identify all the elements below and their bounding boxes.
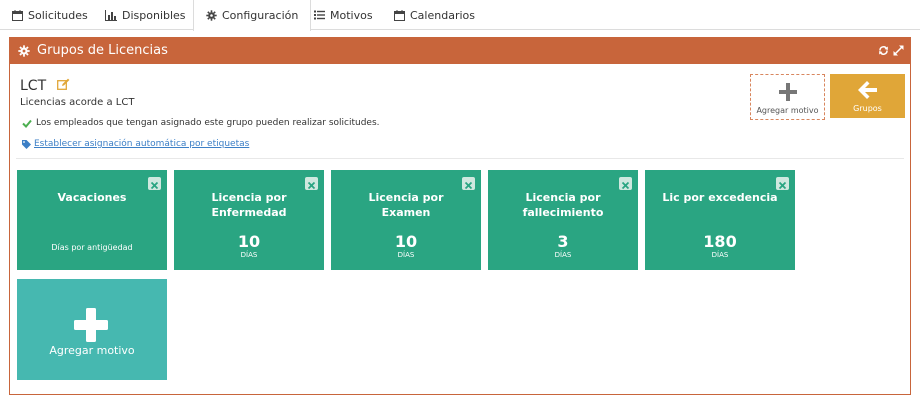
panel-header: Grupos de Licencias — [10, 38, 910, 64]
group-name: LCT — [20, 78, 47, 94]
card-unit: DÍAS — [397, 251, 415, 259]
tab-label: Motivos — [330, 8, 373, 22]
tag-icon — [22, 139, 31, 149]
tab-label: Calendarios — [410, 8, 475, 22]
check-icon — [22, 119, 32, 128]
plus-icon — [779, 83, 797, 101]
refresh-icon[interactable] — [878, 45, 889, 56]
auto-assign-link[interactable]: Establecer asignación automática por eti… — [22, 139, 249, 149]
card-name: Lic por excedencia — [662, 191, 778, 204]
arrow-left-icon — [858, 81, 877, 99]
close-icon[interactable] — [776, 177, 789, 190]
edit-icon[interactable] — [57, 78, 70, 90]
card-name: Licencia por fallecimiento — [522, 191, 604, 219]
plus-icon — [74, 308, 108, 342]
card-subtitle: Días por antigüedad — [51, 243, 133, 252]
card-unit: DÍAS — [711, 251, 729, 259]
gear-icon — [18, 45, 30, 57]
notice-text: Los empleados que tengan asignado este g… — [36, 118, 380, 128]
tab-calendarios[interactable]: Calendarios — [394, 0, 475, 30]
panel-title: Grupos de Licencias — [37, 43, 168, 58]
card-unit: DÍAS — [240, 251, 258, 259]
card-name: Vacaciones — [57, 191, 127, 204]
add-reason-label: Agregar motivo — [756, 106, 819, 115]
auto-assign-text: Establecer asignación automática por eti… — [34, 139, 250, 149]
list-icon — [314, 10, 325, 20]
reason-card-examen[interactable]: Licencia por Examen 10 DÍAS — [331, 170, 481, 270]
card-value: 180 — [703, 232, 737, 251]
groups-label: Grupos — [853, 104, 882, 113]
add-reason-card[interactable]: Agregar motivo — [17, 279, 167, 380]
close-icon[interactable] — [148, 177, 161, 190]
calendar-icon — [394, 9, 405, 21]
card-name: Licencia por Examen — [368, 191, 444, 219]
close-icon[interactable] — [462, 177, 475, 190]
close-icon[interactable] — [305, 177, 318, 190]
card-value: 3 — [557, 232, 569, 251]
group-description: Licencias acorde a LCT — [20, 97, 135, 108]
add-card-label: Agregar motivo — [49, 344, 135, 357]
gear-icon — [206, 10, 217, 21]
card-unit: DÍAS — [554, 251, 572, 259]
tab-solicitudes[interactable]: Solicitudes — [12, 0, 88, 30]
reason-card-excedencia[interactable]: Lic por excedencia 180 DÍAS — [645, 170, 795, 270]
expand-icon[interactable] — [893, 45, 904, 56]
reason-card-vacaciones[interactable]: Vacaciones Días por antigüedad — [17, 170, 167, 270]
reason-card-enfermedad[interactable]: Licencia por Enfermedad 10 DÍAS — [174, 170, 324, 270]
add-reason-button[interactable]: Agregar motivo — [750, 74, 825, 120]
tab-configuracion[interactable]: Configuración — [193, 0, 312, 31]
tab-label: Configuración — [222, 9, 299, 22]
license-groups-panel: Grupos de Licencias LCT Licencias acorde… — [9, 37, 911, 395]
calendar-icon — [12, 9, 23, 21]
top-tab-bar: Solicitudes Disponibles Configuración Mo… — [0, 0, 920, 31]
bar-chart-icon — [105, 9, 117, 21]
card-value: 10 — [237, 232, 261, 251]
card-name: Licencia por Enfermedad — [211, 191, 287, 219]
tab-disponibles[interactable]: Disponibles — [105, 0, 186, 30]
divider — [16, 158, 904, 159]
groups-button[interactable]: Grupos — [830, 74, 905, 118]
close-icon[interactable] — [619, 177, 632, 190]
group-notice: Los empleados que tengan asignado este g… — [22, 118, 380, 128]
tab-motivos[interactable]: Motivos — [314, 0, 373, 30]
reason-card-fallecimiento[interactable]: Licencia por fallecimiento 3 DÍAS — [488, 170, 638, 270]
tab-label: Solicitudes — [28, 8, 88, 22]
tab-label: Disponibles — [122, 8, 186, 22]
card-value: 10 — [394, 232, 418, 251]
